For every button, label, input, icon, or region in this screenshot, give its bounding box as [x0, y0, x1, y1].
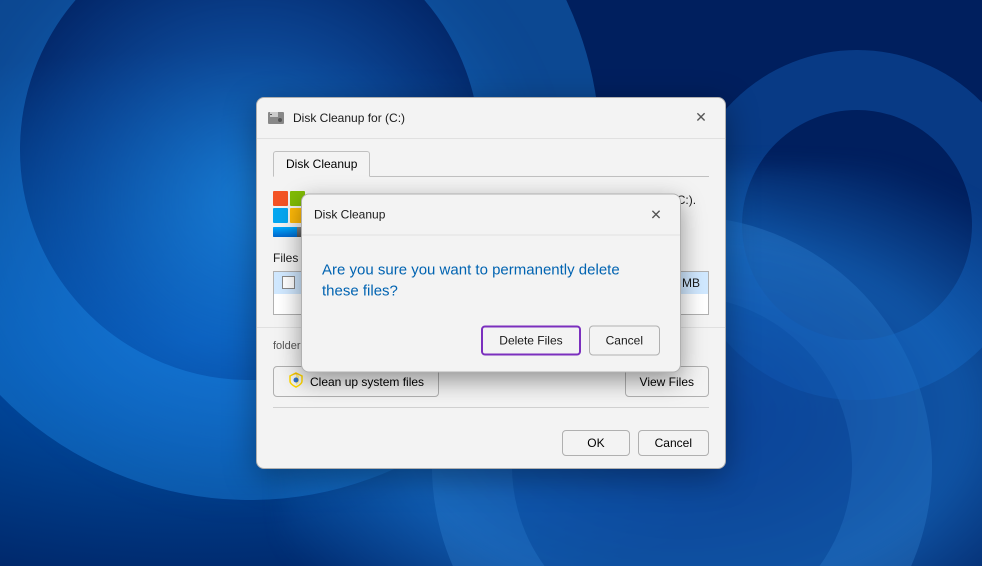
confirm-dialog: Disk Cleanup ✕ Are you sure you want to …: [301, 194, 681, 373]
shield-icon: [288, 372, 304, 391]
disk-cleanup-titlebar: Disk Cleanup for (C:) ✕: [257, 98, 725, 139]
file-checkbox[interactable]: [282, 276, 295, 289]
ok-button[interactable]: OK: [562, 430, 629, 456]
divider: [273, 407, 709, 408]
tab-disk-cleanup[interactable]: Disk Cleanup: [273, 151, 370, 177]
confirm-close-button[interactable]: ✕: [644, 203, 668, 227]
disk-icon: [267, 109, 285, 127]
dialog-overlay: Disk Cleanup for (C:) ✕ Disk Cleanup: [0, 0, 982, 566]
confirm-titlebar: Disk Cleanup ✕: [302, 195, 680, 236]
ok-cancel-area: OK Cancel: [257, 422, 725, 468]
tab-bar: Disk Cleanup: [273, 151, 709, 177]
disk-cleanup-title: Disk Cleanup for (C:): [293, 111, 405, 125]
confirm-dialog-title: Disk Cleanup: [314, 208, 385, 222]
titlebar-left: Disk Cleanup for (C:): [267, 109, 405, 127]
confirm-cancel-button[interactable]: Cancel: [589, 326, 660, 356]
windows-icon-bl: [273, 208, 288, 223]
main-dialog-close-button[interactable]: ✕: [689, 106, 713, 130]
confirm-buttons: Delete Files Cancel: [322, 326, 660, 356]
main-dialog-wrapper: Disk Cleanup for (C:) ✕ Disk Cleanup: [256, 97, 726, 470]
confirm-body: Are you sure you want to permanently del…: [302, 236, 680, 372]
delete-files-button[interactable]: Delete Files: [481, 326, 580, 356]
confirm-question-text: Are you sure you want to permanently del…: [322, 260, 660, 302]
cleanup-button-label: Clean up system files: [310, 375, 424, 389]
main-cancel-button[interactable]: Cancel: [638, 430, 709, 456]
windows-icon-tl: [273, 191, 288, 206]
